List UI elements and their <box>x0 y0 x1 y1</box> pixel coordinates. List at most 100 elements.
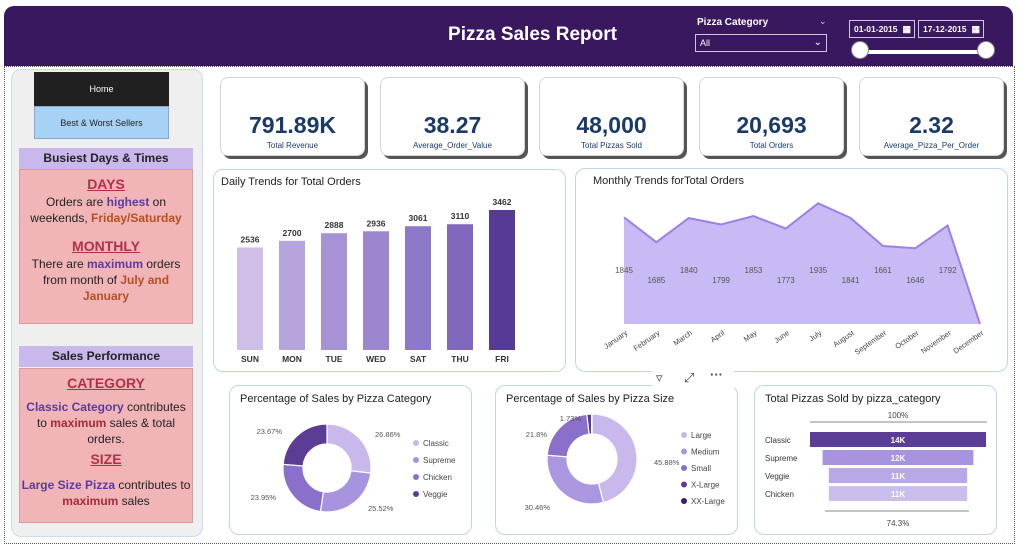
funnel-data-label: 12K <box>891 454 906 463</box>
kpi-value: 791.89K <box>249 112 336 138</box>
legend-marker <box>413 474 419 480</box>
category-filter-label: Pizza Category <box>697 17 769 28</box>
slice-data-label: 25.52% <box>368 504 394 513</box>
donut-slice <box>326 423 372 474</box>
legend-label: Large <box>691 431 712 440</box>
kpi-value: 48,000 <box>576 112 647 138</box>
calendar-icon[interactable]: ▦ <box>902 21 911 37</box>
best-worst-sellers-button[interactable]: Best & Worst Sellers <box>34 106 169 139</box>
more-options-icon[interactable]: ··· <box>710 367 723 382</box>
x-tick-label: January <box>602 328 629 351</box>
funnel-data-label: 11K <box>891 490 905 499</box>
category-dropdown-value: All <box>700 38 711 48</box>
calendar-icon[interactable]: ▦ <box>971 21 980 37</box>
bar-data-label: 2936 <box>367 218 386 228</box>
legend-label: X-Large <box>691 481 720 490</box>
x-tick-label: February <box>632 328 662 353</box>
x-tick-label: MON <box>282 354 302 364</box>
slice-data-label: 30.46% <box>525 503 551 512</box>
kpi-label: Total Orders <box>749 141 794 150</box>
kpi-card-average-pizza-per-order[interactable]: 2.32 Average_Pizza_Per_Order <box>859 77 1004 156</box>
focus-mode-icon[interactable]: ⤢ <box>684 370 694 386</box>
collapse-chevron-icon[interactable]: ⌄ <box>819 16 827 27</box>
slice-data-label: 26.86% <box>375 430 401 439</box>
data-label: 1840 <box>680 266 698 275</box>
visual-header-toolbar: ▿ ⤢ ··· <box>652 367 734 389</box>
kpi-card-average-order-value[interactable]: 38.27 Average_Order_Value <box>380 77 525 156</box>
sales-performance-box: CATEGORY Classic Category contributes to… <box>19 368 193 523</box>
x-tick-label: September <box>853 328 889 357</box>
legend-label: Medium <box>691 448 720 457</box>
bar-data-label: 2536 <box>241 234 260 244</box>
data-label: 1841 <box>842 276 860 285</box>
daily-trends-chart-panel[interactable]: Daily Trends for Total Orders 2536 SUN 270… <box>213 169 566 372</box>
x-tick-label: July <box>807 328 823 343</box>
bar <box>279 240 305 350</box>
bar-data-label: 2888 <box>325 220 344 230</box>
kpi-value: 38.27 <box>423 112 482 138</box>
date-range-slider-track[interactable] <box>860 50 986 54</box>
kpi-card-total-orders[interactable]: 20,693 Total Orders <box>699 77 844 156</box>
slice-data-label: 45.88% <box>654 458 680 467</box>
sales-by-size-chart-panel[interactable]: Percentage of Sales by Pizza Size 45.88%… <box>495 385 738 535</box>
funnel-category-label: Chicken <box>765 490 794 499</box>
x-tick-label: June <box>772 328 790 345</box>
header-bar: Pizza Sales Report Pizza Category ⌄ All … <box>4 6 1013 66</box>
category-dropdown[interactable]: All ⌄ <box>695 34 827 52</box>
legend-marker <box>413 457 419 463</box>
legend-marker <box>413 440 419 446</box>
bar <box>447 224 473 350</box>
start-date-value: 01-01-2015 <box>854 24 898 34</box>
legend-marker <box>681 448 687 455</box>
busiest-days-header: Busiest Days & Times <box>19 148 193 169</box>
filter-icon[interactable]: ▿ <box>656 370 663 386</box>
bar <box>237 247 263 350</box>
monthly-heading: MONTHLY <box>72 238 140 254</box>
kpi-card-total-pizzas-sold[interactable]: 48,000 Total Pizzas Sold <box>539 77 684 156</box>
busiest-days-box: DAYS Orders are highest on weekends, Fri… <box>19 169 193 324</box>
x-tick-label: November <box>919 328 953 356</box>
bar-data-label: 3462 <box>493 197 512 207</box>
x-tick-label: TUE <box>326 354 343 364</box>
monthly-trends-chart-panel[interactable]: Monthly Trends forTotal Orders 1845 1685 1… <box>575 168 1008 372</box>
monthly-trends-chart: 1845 1685 1840 1799 1853 1773 1935 1841 1661 1646… <box>602 202 986 357</box>
start-date-input[interactable]: 01-01-2015 ▦ <box>849 20 915 38</box>
days-text: Orders are highest on weekends, Friday/S… <box>30 195 182 225</box>
legend-label: Supreme <box>423 456 456 465</box>
data-label: 1646 <box>906 276 924 285</box>
donut-slice <box>282 423 328 467</box>
home-button[interactable]: Home <box>34 72 169 106</box>
funnel-category-label: Supreme <box>765 454 798 463</box>
size-heading: SIZE <box>90 451 122 467</box>
kpi-card-total-revenue[interactable]: 791.89K Total Revenue <box>220 77 365 156</box>
end-date-value: 17-12-2015 <box>923 24 967 34</box>
donut-slice <box>546 454 605 505</box>
sales-performance-header: Sales Performance <box>19 346 193 367</box>
legend-label: Small <box>691 464 711 473</box>
data-label: 1661 <box>874 266 892 275</box>
data-label: 1935 <box>809 266 827 275</box>
sales-by-category-chart-panel[interactable]: Percentage of Sales by Pizza Category 26… <box>229 385 472 535</box>
bar <box>489 210 515 350</box>
end-date-input[interactable]: 17-12-2015 ▦ <box>918 20 984 38</box>
legend-label: XX-Large <box>691 497 725 506</box>
bar-data-label: 2700 <box>283 228 302 238</box>
size-text: Large Size Pizza contributes to maximum … <box>21 478 191 508</box>
x-tick-label: May <box>742 328 759 344</box>
funnel-top-percent: 100% <box>888 411 908 420</box>
slice-data-label: 23.95% <box>251 493 277 502</box>
x-tick-label: FRI <box>495 354 509 364</box>
data-label: 1685 <box>647 276 665 285</box>
bar <box>321 233 347 350</box>
kpi-value: 2.32 <box>909 112 954 138</box>
pizzas-by-category-funnel-panel[interactable]: Total Pizzas Sold by pizza_category 100%… <box>754 385 997 535</box>
x-tick-label: SUN <box>241 354 259 364</box>
data-label: 1845 <box>615 266 633 275</box>
x-tick-label: August <box>831 328 856 349</box>
legend-marker <box>413 491 419 497</box>
pizzas-by-category-funnel: 100% 14K Classic 12K Supreme 11K Veggie 11K Chic… <box>765 411 987 528</box>
date-slider-end-handle[interactable] <box>977 41 995 59</box>
kpi-label: Total Pizzas Sold <box>581 141 642 150</box>
kpi-label: Total Revenue <box>266 141 319 150</box>
date-slider-start-handle[interactable] <box>851 41 869 59</box>
